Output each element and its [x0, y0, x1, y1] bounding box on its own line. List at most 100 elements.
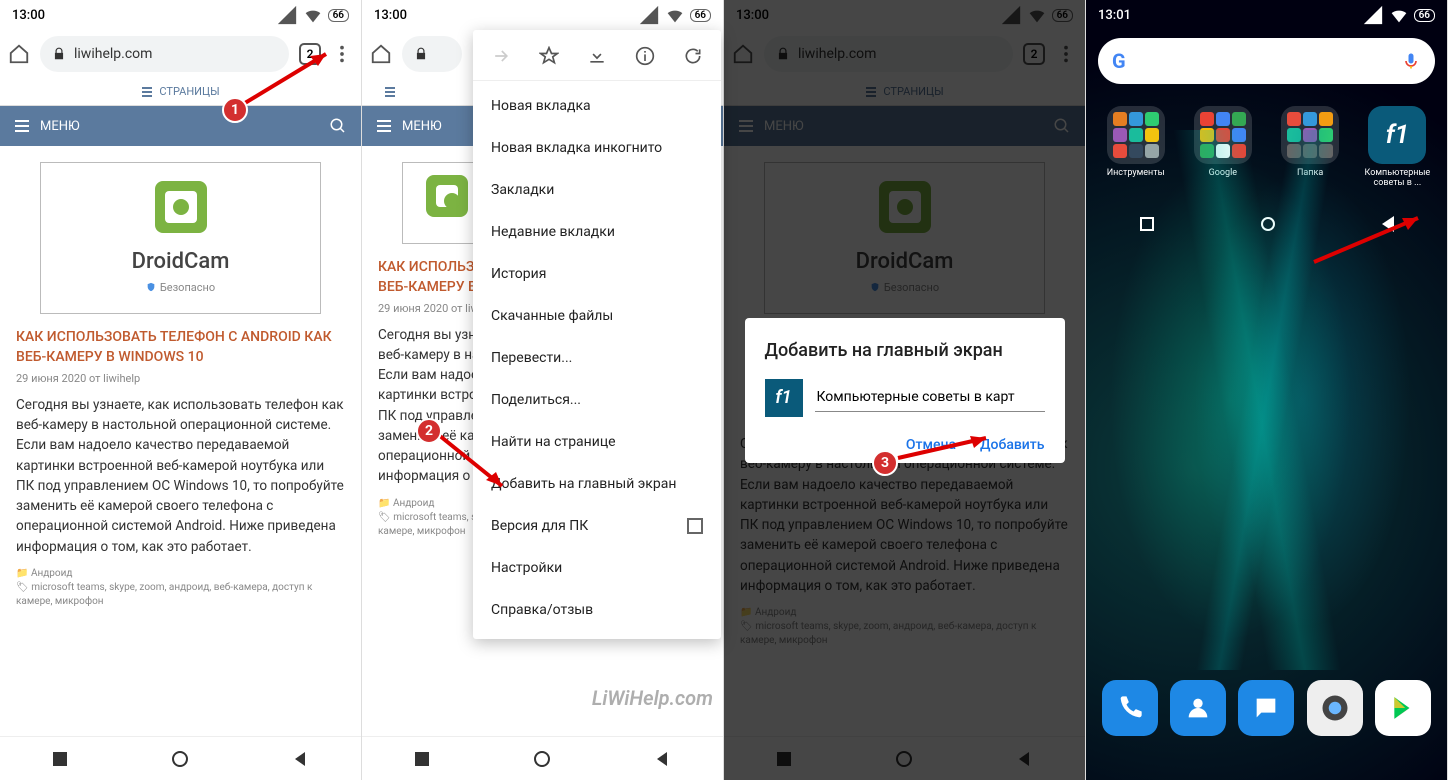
play-store-app[interactable] [1375, 680, 1431, 736]
menu-button[interactable]: МЕНЮ [376, 118, 442, 134]
menu-desktop[interactable]: Версия для ПК [473, 505, 721, 547]
menu-help[interactable]: Справка/отзыв [473, 589, 721, 631]
menu-downloads[interactable]: Скачанные файлы [473, 295, 721, 337]
add-to-home-dialog: Добавить на главный экран f1 Отмена Доба… [745, 318, 1065, 463]
menu-incognito[interactable]: Новая вкладка инкогнито [473, 127, 721, 169]
lock-icon [52, 47, 66, 61]
clock: 13:00 [12, 8, 45, 23]
hamburger-icon [141, 86, 153, 98]
battery-icon: 66 [690, 9, 711, 22]
droidcam-box: DroidCam Безопасно [40, 162, 321, 314]
reload-icon[interactable] [683, 46, 703, 66]
wallpaper [1086, 130, 1447, 670]
wifi-icon [1388, 4, 1410, 26]
menu-translate[interactable]: Перевести... [473, 337, 721, 379]
info-icon[interactable] [635, 46, 655, 66]
step-badge-3: 3 [872, 450, 898, 476]
shortcut-name-input[interactable] [815, 383, 1045, 412]
menu-bookmarks[interactable]: Закладки [473, 169, 721, 211]
droidcam-logo [155, 181, 207, 233]
back-button[interactable] [655, 751, 671, 767]
phone-1: 13:00 66 liwihelp.com 2 СТРАНИЦЫ МЕНЮ Dr… [0, 0, 362, 780]
nav-buttons [362, 736, 723, 780]
google-logo: G [1112, 49, 1126, 73]
status-bar: 13:01 66 [1086, 0, 1447, 30]
site-menu-bar: МЕНЮ [0, 106, 361, 146]
tab-count[interactable]: 2 [299, 43, 321, 65]
menu-settings[interactable]: Настройки [473, 547, 721, 589]
menu-add-home[interactable]: Добавить на главный экран [473, 463, 721, 505]
wifi-icon [664, 4, 686, 26]
url-bar[interactable]: liwihelp.com [40, 36, 289, 72]
droidcam-title: DroidCam [59, 247, 302, 278]
step-badge-2: 2 [416, 418, 442, 444]
chrome-menu: Новая вкладка Новая вкладка инкогнито За… [473, 30, 721, 639]
step-badge-1: 1 [222, 97, 248, 123]
hamburger-icon [376, 118, 392, 134]
signal-icon [638, 4, 660, 26]
lock-icon [414, 47, 428, 61]
shield-icon [146, 282, 156, 292]
menu-find[interactable]: Найти на странице [473, 421, 721, 463]
more-icon[interactable] [331, 43, 353, 65]
menu-recent[interactable]: Недавние вкладки [473, 211, 721, 253]
mic-icon[interactable] [1401, 51, 1421, 71]
hamburger-icon [14, 118, 30, 134]
add-button[interactable]: Добавить [980, 437, 1044, 453]
home-button[interactable] [534, 751, 550, 767]
home-button[interactable] [172, 751, 188, 767]
hamburger-icon [384, 86, 396, 98]
article-text: Сегодня вы узнаете, как использовать тел… [16, 395, 345, 557]
site-icon: f1 [765, 379, 803, 417]
recent-apps-button[interactable] [52, 751, 68, 767]
google-search-bar[interactable]: G [1098, 38, 1435, 84]
status-bar: 13:00 66 [0, 0, 361, 30]
clock: 13:00 [374, 8, 407, 23]
search-icon[interactable] [329, 117, 347, 135]
article-meta: 29 июня 2020 от liwihelp [16, 371, 345, 386]
droidcam-logo [426, 175, 468, 217]
dock [1086, 680, 1447, 736]
status-bar: 13:00 66 [362, 0, 723, 30]
clock: 13:01 [1098, 8, 1131, 23]
menu-history[interactable]: История [473, 253, 721, 295]
phone-app[interactable] [1102, 680, 1158, 736]
home-icon[interactable] [8, 43, 30, 65]
phone-3: 13:00 66 liwihelp.com 2 СТРАНИЦЫ МЕНЮ Dr… [724, 0, 1086, 780]
download-icon[interactable] [587, 46, 607, 66]
star-icon[interactable] [539, 46, 559, 66]
signal-icon [1362, 4, 1384, 26]
menu-top-actions [473, 38, 721, 81]
contacts-app[interactable] [1170, 680, 1226, 736]
safe-label: Безопасно [59, 280, 302, 295]
recent-apps-button[interactable] [414, 751, 430, 767]
wifi-icon [302, 4, 324, 26]
home-icon[interactable] [370, 43, 392, 65]
dialog-overlay[interactable]: Добавить на главный экран f1 Отмена Доба… [724, 0, 1085, 780]
browser-toolbar: liwihelp.com 2 [0, 30, 361, 78]
signal-icon [276, 4, 298, 26]
page-content: DroidCam Безопасно КАК ИСПОЛЬЗОВАТЬ ТЕЛЕ… [0, 146, 361, 736]
menu-button[interactable]: МЕНЮ [14, 118, 80, 134]
article-title[interactable]: КАК ИСПОЛЬЗОВАТЬ ТЕЛЕФОН С ANDROID КАК В… [16, 328, 345, 367]
status-icons: 66 [276, 4, 349, 26]
back-button[interactable] [293, 751, 309, 767]
checkbox-icon[interactable] [687, 518, 703, 534]
battery-icon: 66 [1414, 9, 1435, 22]
article-categories: 📁 Андроид🏷 microsoft teams, skype, zoom,… [16, 567, 345, 609]
dialog-title: Добавить на главный экран [765, 340, 1045, 361]
forward-icon[interactable] [491, 46, 511, 66]
watermark: LiWiHelp.com [592, 686, 713, 710]
battery-icon: 66 [328, 9, 349, 22]
menu-new-tab[interactable]: Новая вкладка [473, 85, 721, 127]
pages-bar[interactable]: СТРАНИЦЫ [0, 78, 361, 106]
messages-app[interactable] [1238, 680, 1294, 736]
menu-share[interactable]: Поделиться... [473, 379, 721, 421]
phone-2: 13:00 66 МЕНЮ КАК ИСПОЛЬЗОВЕБ-КАМЕРУ В 2… [362, 0, 724, 780]
url-bar[interactable] [402, 36, 462, 72]
phone-4: 13:01 66 G Инструменты Google Папка f1Ко… [1086, 0, 1448, 780]
camera-app[interactable] [1307, 680, 1363, 736]
cancel-button[interactable]: Отмена [906, 437, 956, 453]
url-text: liwihelp.com [74, 46, 152, 62]
nav-buttons [0, 736, 361, 780]
